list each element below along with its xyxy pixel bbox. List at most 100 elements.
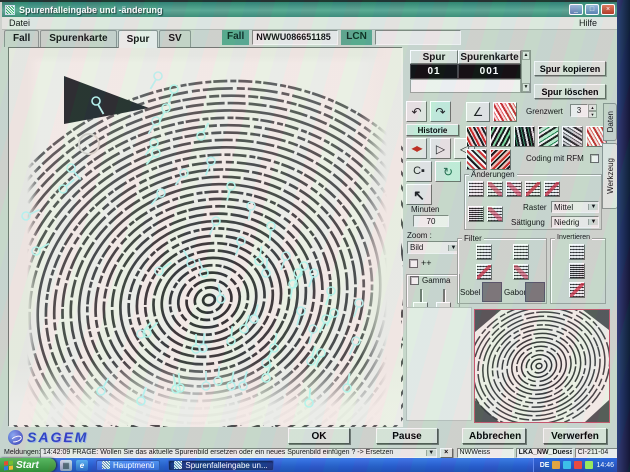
minutia-marker[interactable]	[154, 261, 172, 276]
minutia-marker[interactable]	[226, 181, 236, 201]
minutia-marker[interactable]	[296, 261, 309, 280]
tray-icon[interactable]	[574, 461, 583, 469]
lcn-field[interactable]	[374, 30, 461, 45]
minutia-marker[interactable]	[182, 249, 196, 268]
minutia-marker[interactable]	[315, 348, 326, 368]
invert-patch2-icon[interactable]	[569, 263, 585, 279]
spur-cell[interactable]: 01	[410, 64, 458, 79]
show-desktop-icon[interactable]: ▦	[60, 459, 72, 471]
coding-pattern-red-icon[interactable]	[466, 126, 487, 147]
ok-button[interactable]: OK	[288, 428, 350, 444]
coding-cross-icon[interactable]	[490, 149, 511, 170]
minutia-marker[interactable]	[342, 373, 352, 393]
minimize-button[interactable]: _	[569, 4, 583, 15]
flag-right-icon[interactable]: ▷	[430, 138, 451, 159]
spurenkarte-column-header[interactable]: Spurenkarte	[458, 50, 521, 64]
minuten-value-field[interactable]: 70	[413, 215, 449, 227]
minutia-marker[interactable]	[91, 96, 105, 115]
patch-fine-red-icon[interactable]	[487, 206, 503, 222]
spin-down-icon[interactable]: ▼	[588, 111, 597, 118]
spur-loeschen-button[interactable]: Spur löschen	[534, 84, 606, 99]
close-button[interactable]: ×	[601, 4, 615, 15]
patch-mark2-icon[interactable]	[506, 181, 522, 197]
minutia-marker[interactable]	[168, 84, 179, 104]
spurenkarte-cell[interactable]: 001	[458, 64, 521, 79]
side-tab-daten[interactable]: Daten	[603, 103, 617, 141]
fingerprint-preview[interactable]	[467, 302, 611, 430]
message-dropdown[interactable]: 14:42:09 FRAGE: Wollen Sie das aktuelle …	[40, 447, 437, 458]
clear-message-button[interactable]: ×	[439, 447, 453, 458]
minutia-marker[interactable]	[149, 71, 163, 90]
patch-fine-icon[interactable]	[468, 206, 484, 222]
minutia-marker[interactable]	[198, 258, 209, 278]
select-arrow-icon[interactable]: ↖	[406, 184, 432, 205]
filter-redslash-icon[interactable]	[476, 264, 492, 280]
minutia-marker[interactable]	[348, 336, 361, 355]
plusplus-checkbox[interactable]	[409, 258, 418, 268]
scroll-up-icon[interactable]: ▲	[522, 51, 530, 60]
tab-fall[interactable]: Fall	[4, 30, 40, 47]
fingerprint-image[interactable]	[8, 47, 403, 427]
side-tab-werkzeug[interactable]: Werkzeug	[602, 143, 618, 209]
minutia-marker[interactable]	[150, 188, 166, 206]
tab-spur[interactable]: Spur	[117, 30, 159, 48]
patch-plain-icon[interactable]	[468, 181, 484, 197]
minutia-marker[interactable]	[66, 163, 82, 181]
minutia-marker[interactable]	[308, 324, 318, 344]
clock[interactable]: 14:46	[596, 462, 614, 469]
chevron-down-icon[interactable]: ▼	[588, 204, 598, 210]
minutia-marker[interactable]	[213, 365, 223, 386]
coding-pattern-gray-icon[interactable]	[562, 126, 583, 147]
tab-spurenkarte[interactable]: Spurenkarte	[40, 30, 117, 47]
verwerfen-button[interactable]: Verwerfen	[543, 428, 607, 444]
minutia-marker[interactable]	[31, 242, 50, 256]
minutia-marker[interactable]	[196, 122, 210, 141]
spur-column-header[interactable]: Spur	[410, 50, 458, 64]
abbrechen-button[interactable]: Abbrechen	[462, 428, 526, 444]
internet-explorer-icon[interactable]: e	[76, 459, 88, 471]
tab-sv[interactable]: SV	[159, 30, 191, 47]
minutia-marker[interactable]	[325, 286, 336, 306]
minutia-marker[interactable]	[226, 371, 236, 391]
taskbar-window-spurenfalleingabe[interactable]: Spurenfalleingabe un...	[168, 459, 274, 471]
start-button[interactable]: Start	[0, 458, 56, 472]
minutia-marker[interactable]	[239, 314, 250, 334]
tray-icon[interactable]	[585, 461, 594, 469]
coding-pattern-green-icon[interactable]	[490, 126, 511, 147]
tray-icon[interactable]	[552, 461, 561, 469]
minutia-marker[interactable]	[136, 321, 152, 339]
patch-redline-icon[interactable]	[525, 181, 541, 197]
maximize-button[interactable]: □	[585, 4, 599, 15]
minutia-marker[interactable]	[249, 304, 259, 324]
gabor-kernel-icon[interactable]	[525, 282, 545, 302]
minutia-marker[interactable]	[147, 116, 161, 135]
scroll-down-icon[interactable]: ▼	[522, 83, 530, 92]
minutia-marker[interactable]	[296, 306, 306, 326]
minutia-marker[interactable]	[208, 216, 221, 235]
coding-rfm-checkbox[interactable]	[590, 154, 599, 164]
saettigung-dropdown[interactable]: Niedrig ▼	[551, 216, 599, 228]
minutia-marker[interactable]	[280, 251, 291, 271]
delete-minutia-icon[interactable]: C▪	[406, 161, 432, 182]
invert-redpatch-icon[interactable]	[569, 282, 585, 298]
menu-hilfe[interactable]: Hilfe	[572, 18, 604, 28]
menu-datei[interactable]: Datei	[2, 18, 37, 28]
minutia-marker[interactable]	[308, 268, 319, 288]
minutia-marker[interactable]	[201, 371, 211, 391]
minutia-marker[interactable]	[205, 156, 216, 176]
language-indicator[interactable]: DE	[540, 462, 550, 469]
grenzwert-field[interactable]: 3	[570, 104, 588, 117]
minutia-marker[interactable]	[325, 308, 339, 327]
minutia-marker[interactable]	[235, 236, 246, 256]
minutia-marker[interactable]	[246, 201, 256, 221]
chevron-down-icon[interactable]: ▼	[588, 219, 598, 225]
tray-icon[interactable]	[563, 461, 572, 469]
zoom-dropdown[interactable]: Bild ▼	[407, 241, 459, 254]
angle-tool-icon[interactable]: ∠	[466, 102, 490, 122]
patch-mark-icon[interactable]	[487, 181, 503, 197]
minutia-marker[interactable]	[226, 325, 236, 346]
minutia-marker[interactable]	[353, 298, 364, 318]
spin-up-icon[interactable]: ▲	[588, 104, 597, 111]
coding-pattern-darkgreen-icon[interactable]	[514, 126, 535, 147]
minutia-marker[interactable]	[58, 178, 76, 194]
